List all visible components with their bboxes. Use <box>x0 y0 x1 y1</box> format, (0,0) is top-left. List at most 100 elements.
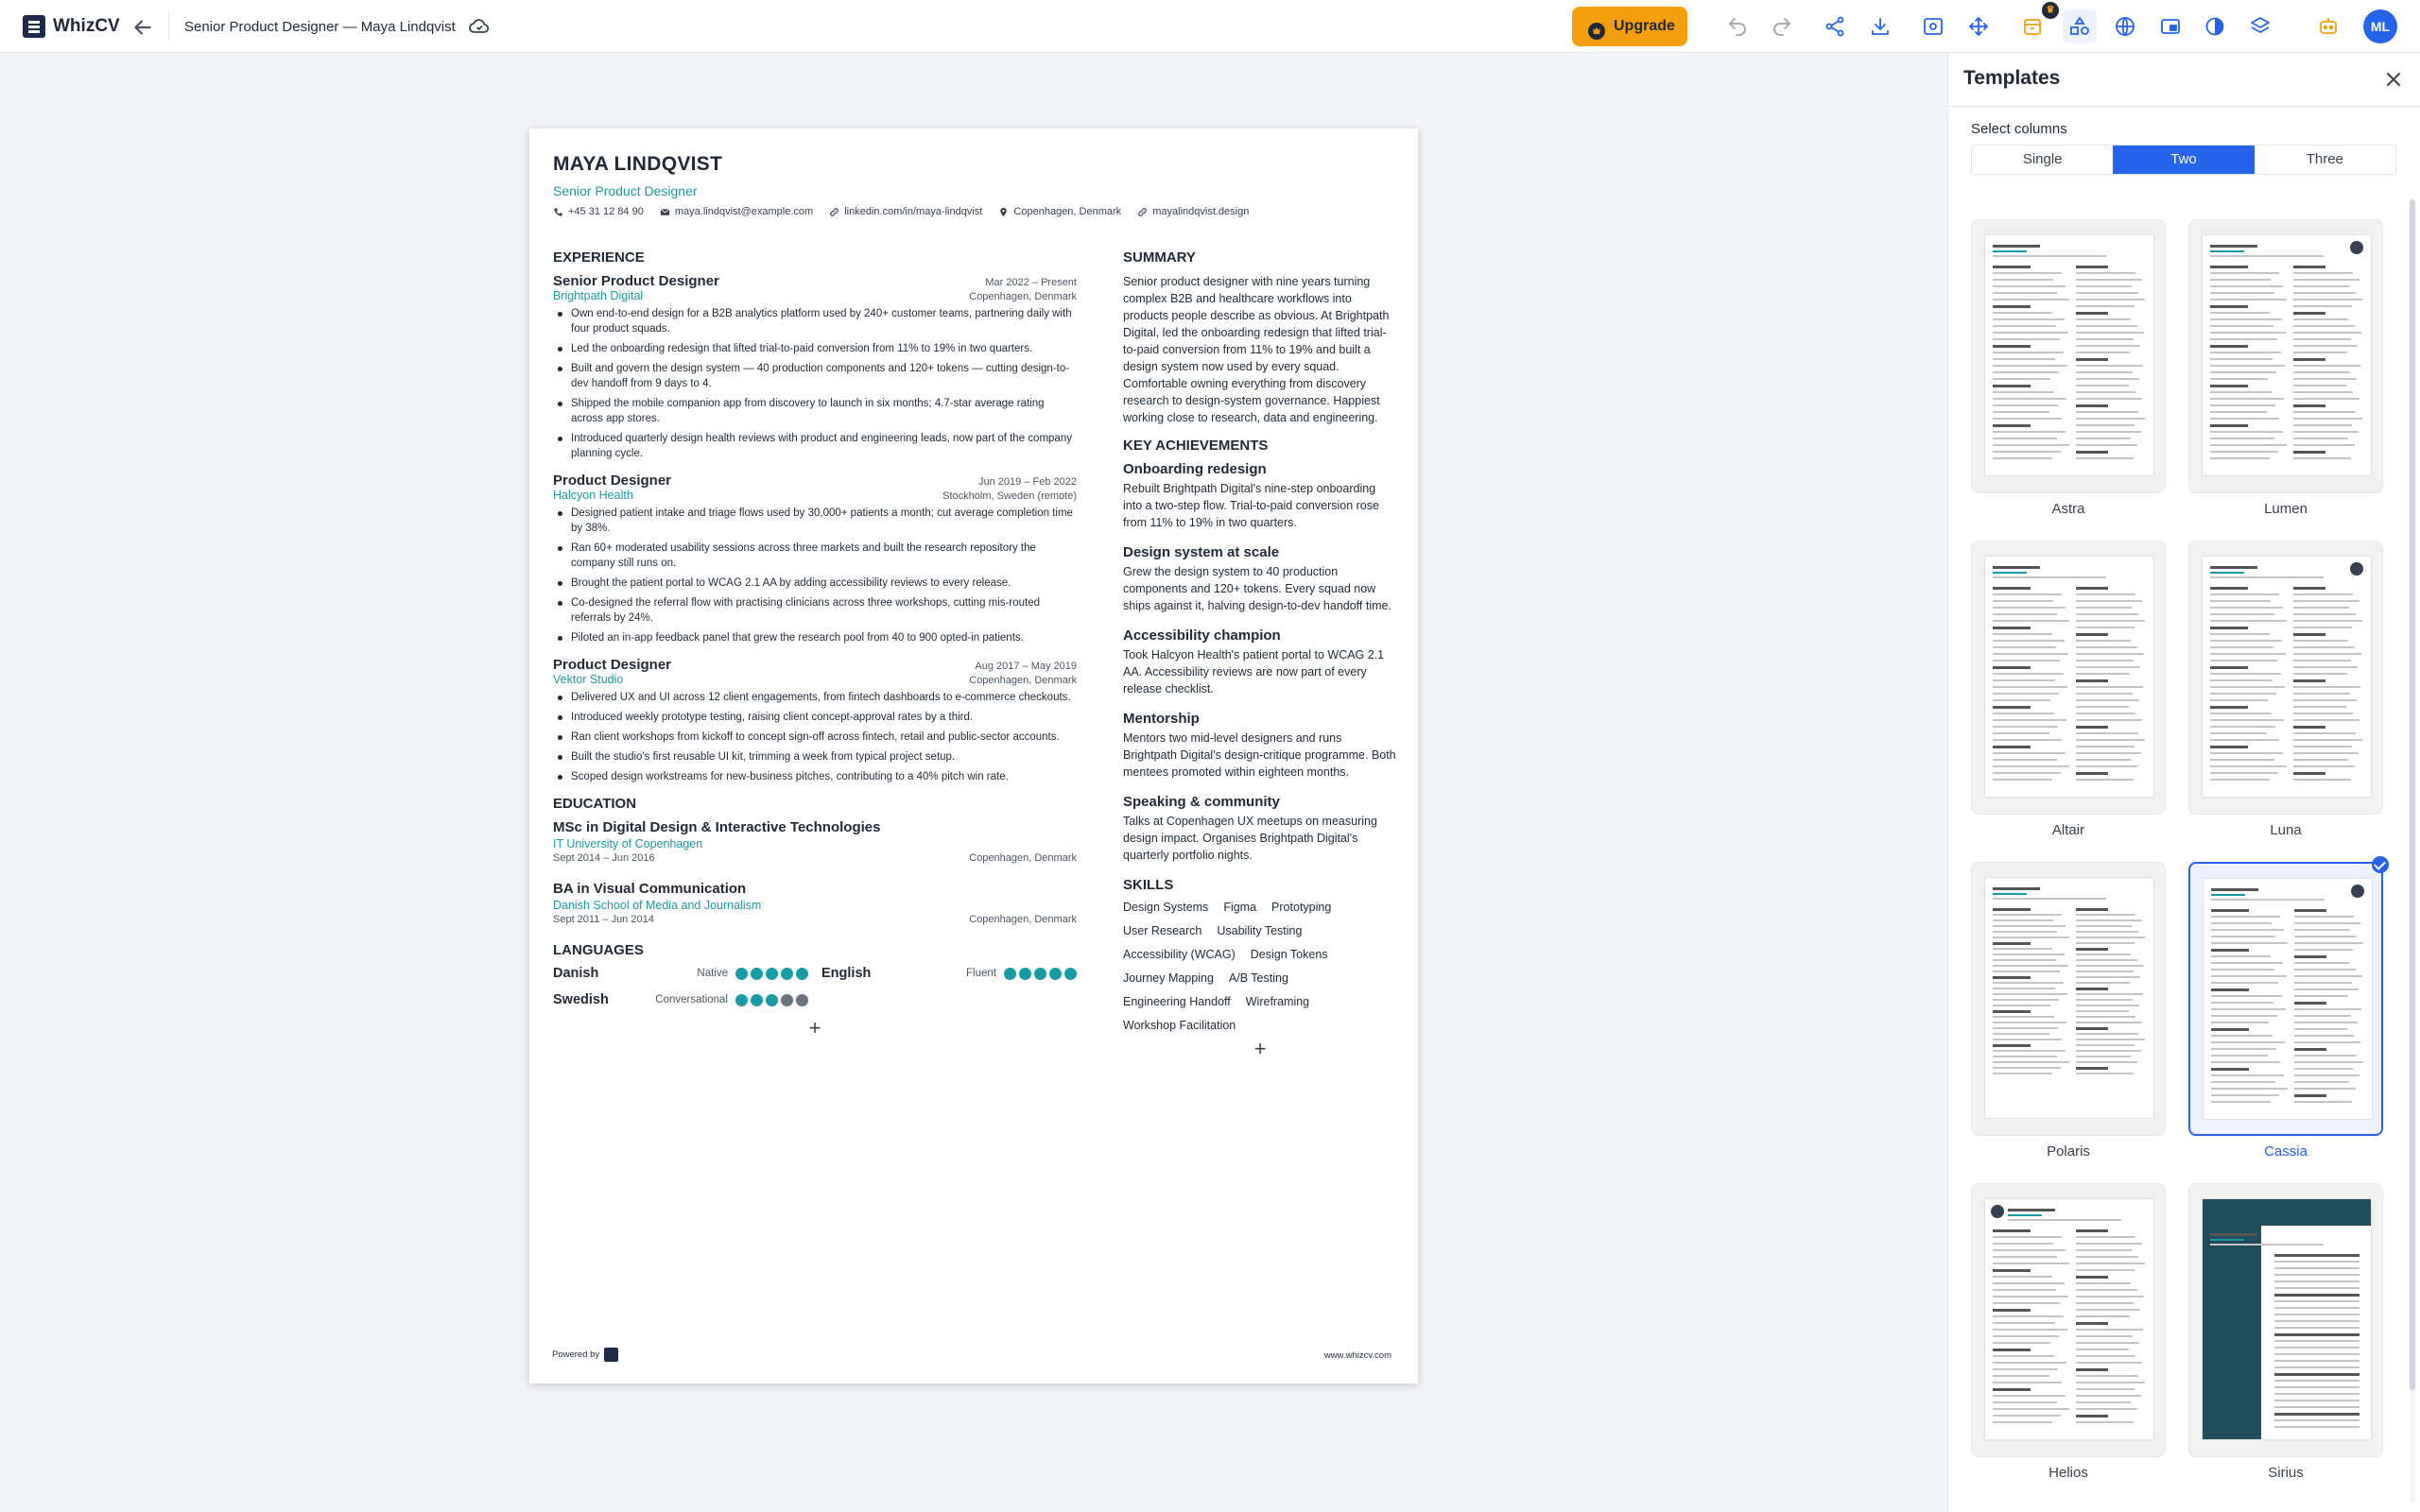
section-heading-summary[interactable]: SUMMARY <box>1123 249 1397 266</box>
thumb-line <box>2293 759 2348 761</box>
template-card-luna[interactable]: Luna <box>2188 541 2383 838</box>
language-entry[interactable]: Danish Native <box>553 966 808 981</box>
thumb-line <box>2274 1373 2360 1376</box>
thumb-line <box>2076 279 2142 281</box>
language-entry[interactable]: Swedish Conversational <box>553 992 808 1007</box>
skill-tag[interactable]: User Research <box>1123 924 1201 937</box>
user-avatar[interactable]: ML <box>2363 9 2397 43</box>
skill-tag[interactable]: Usability Testing <box>1217 924 1302 937</box>
resume-name[interactable]: MAYA LINDQVIST <box>553 153 722 176</box>
thumb-line <box>2294 988 2359 990</box>
template-card-sirius[interactable]: Sirius <box>2188 1183 2383 1481</box>
skill-tag[interactable]: Workshop Facilitation <box>1123 1019 1236 1032</box>
brand-name[interactable]: WhizCV <box>53 16 120 37</box>
template-card-altair[interactable]: Altair <box>1971 541 2166 838</box>
template-thumbnail <box>2203 1199 2371 1439</box>
thumb-line <box>2294 1094 2326 1097</box>
section-heading-education[interactable]: EDUCATION <box>553 796 1077 812</box>
contrast-icon[interactable] <box>2204 15 2226 38</box>
templates-shapes-icon[interactable] <box>2068 15 2091 38</box>
education-entry[interactable]: MSc in Digital Design & Interactive Tech… <box>553 819 1077 864</box>
thumb-line <box>2210 752 2283 754</box>
achievement-entry[interactable]: Accessibility champion Took Halcyon Healt… <box>1123 627 1397 697</box>
back-arrow-icon[interactable] <box>130 15 155 40</box>
thumb-line <box>2210 318 2282 320</box>
summary-text[interactable]: Senior product designer with nine years … <box>1123 273 1397 426</box>
template-thumbnail <box>1985 557 2153 797</box>
section-heading-skills[interactable]: SKILLS <box>1123 877 1397 893</box>
column-option-two[interactable]: Two <box>2113 146 2255 174</box>
job-entry[interactable]: Senior Product Designer Mar 2022 – Presen… <box>553 273 1077 461</box>
footer-website[interactable]: www.whizcv.com <box>1324 1350 1392 1361</box>
skill-tag[interactable]: Wireframing <box>1246 995 1309 1008</box>
skill-tag[interactable]: A/B Testing <box>1229 971 1288 985</box>
column-option-three[interactable]: Three <box>2255 146 2395 174</box>
layers-icon[interactable] <box>2249 15 2272 38</box>
resume-role[interactable]: Senior Product Designer <box>553 183 698 198</box>
picture-in-picture-icon[interactable] <box>2159 15 2182 38</box>
undo-icon[interactable] <box>1726 15 1749 38</box>
column-option-single[interactable]: Single <box>1972 146 2113 174</box>
skill-tag[interactable]: Engineering Handoff <box>1123 995 1231 1008</box>
scrollbar-thumb[interactable] <box>2410 199 2415 1390</box>
thumb-line <box>2076 954 2131 955</box>
share-icon[interactable] <box>1824 15 1846 38</box>
section-heading-achievements[interactable]: KEY ACHIEVEMENTS <box>1123 438 1397 454</box>
job-entry[interactable]: Product Designer Aug 2017 – May 2019 Vekt… <box>553 657 1077 784</box>
achievement-entry[interactable]: Onboarding redesign Rebuilt Brightpath Di… <box>1123 461 1397 531</box>
skill-tag[interactable]: Design Tokens <box>1251 948 1328 961</box>
thumb-line <box>1993 457 2052 459</box>
template-card-cassia[interactable]: Cassia <box>2188 856 2389 1160</box>
thumb-line <box>2076 713 2135 714</box>
thumb-line <box>2076 988 2108 990</box>
contact-location[interactable]: Copenhagen, Denmark <box>998 206 1121 217</box>
thumb-line <box>1993 1033 2049 1035</box>
section-heading-experience[interactable]: EXPERIENCE <box>553 249 1077 266</box>
skill-tag[interactable]: Prototyping <box>1271 901 1331 914</box>
thumb-line <box>1993 673 2064 675</box>
whizcv-logo-icon[interactable] <box>23 15 45 38</box>
education-entry[interactable]: BA in Visual Communication Danish School… <box>553 881 1077 925</box>
selected-check-icon <box>2372 856 2389 873</box>
move-arrows-icon[interactable] <box>1967 15 1990 38</box>
thumb-line <box>2076 925 2132 927</box>
archive-box-icon[interactable] <box>2021 15 2044 38</box>
download-icon[interactable] <box>1869 15 1892 38</box>
template-card-polaris[interactable]: Polaris <box>1971 862 2166 1160</box>
skill-tag[interactable]: Accessibility (WCAG) <box>1123 948 1236 961</box>
add-section-left-button[interactable]: + <box>553 1018 1077 1039</box>
redo-icon[interactable] <box>1771 15 1793 38</box>
skill-tag[interactable]: Figma <box>1223 901 1256 914</box>
thumb-line <box>1993 1309 2031 1312</box>
powered-by: Powered by <box>552 1348 619 1362</box>
thumb-line <box>2293 444 2355 446</box>
contact-email[interactable]: maya.lindqvist@example.com <box>660 206 813 217</box>
template-name: Sirius <box>2268 1465 2304 1481</box>
add-section-right-button[interactable]: + <box>1123 1039 1397 1059</box>
preview-icon[interactable] <box>1922 15 1945 38</box>
thumb-line <box>1993 1044 2031 1047</box>
close-icon[interactable] <box>2382 68 2405 91</box>
document-title[interactable]: Senior Product Designer — Maya Lindqvist <box>184 19 456 35</box>
globe-icon[interactable] <box>2114 15 2136 38</box>
template-card-lumen[interactable]: Lumen <box>2188 219 2383 517</box>
skill-tag[interactable]: Design Systems <box>1123 901 1208 914</box>
achievement-entry[interactable]: Speaking & community Talks at Copenhagen … <box>1123 794 1397 864</box>
section-heading-languages[interactable]: LANGUAGES <box>553 942 1077 958</box>
contact-website[interactable]: mayalindqvist.design <box>1137 206 1249 217</box>
skill-tag[interactable]: Journey Mapping <box>1123 971 1214 985</box>
contact-phone[interactable]: +45 31 12 84 90 <box>553 206 644 217</box>
job-entry[interactable]: Product Designer Jun 2019 – Feb 2022 Halc… <box>553 472 1077 645</box>
contact-linkedin[interactable]: linkedin.com/in/maya-lindqvist <box>829 206 982 217</box>
cloud-sync-icon[interactable] <box>468 15 491 38</box>
upgrade-button[interactable]: Upgrade <box>1572 7 1687 46</box>
language-entry[interactable]: English Fluent <box>821 966 1077 981</box>
achievement-entry[interactable]: Design system at scale Grew the design sy… <box>1123 544 1397 614</box>
thumb-line <box>2210 726 2275 728</box>
thumb-line <box>1993 732 2049 734</box>
assistant-robot-icon[interactable] <box>2317 15 2340 38</box>
template-card-helios[interactable]: Helios <box>1971 1183 2166 1481</box>
template-card-astra[interactable]: Astra <box>1971 219 2166 517</box>
achievement-entry[interactable]: Mentorship Mentors two mid-level designer… <box>1123 711 1397 781</box>
thumb-line <box>2210 576 2324 578</box>
